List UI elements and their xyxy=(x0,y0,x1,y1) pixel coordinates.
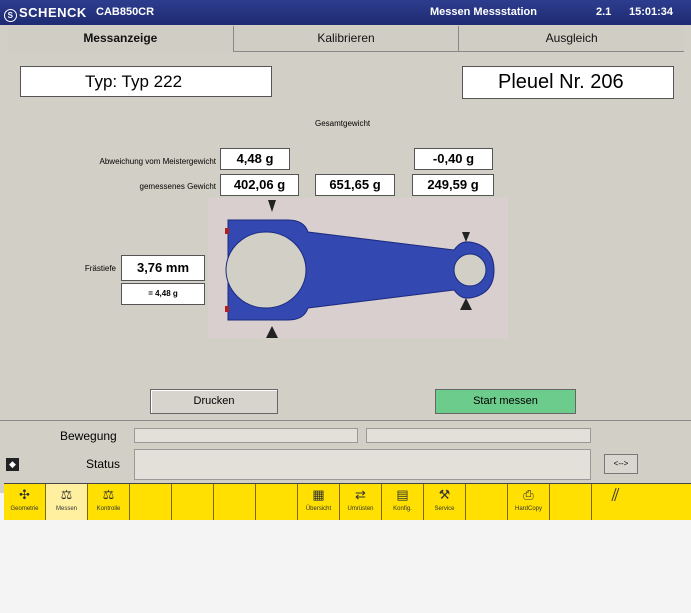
weight-small-end-value: 249,59 g xyxy=(412,174,494,196)
title-bar: S SCHENCK CAB850CR Messen Messstation 2.1… xyxy=(0,0,691,25)
motion-field-left xyxy=(134,428,358,443)
tab-kalibrieren[interactable]: Kalibrieren xyxy=(233,26,460,52)
tab-messanzeige[interactable]: Messanzeige xyxy=(8,26,234,52)
toolbar-label: HardCopy xyxy=(514,506,542,512)
toolbar-messen[interactable]: ⚖ Messen xyxy=(46,484,88,520)
toolbar-logo[interactable]: ⫽ xyxy=(592,484,639,520)
status-label: Status xyxy=(86,457,121,471)
application-window: S SCHENCK CAB850CR Messen Messstation 2.1… xyxy=(0,0,691,520)
deviation-label: Abweichung vom Meistergewicht xyxy=(99,157,217,166)
toolbar-empty-slot[interactable] xyxy=(550,484,592,520)
brand-name: SCHENCK xyxy=(19,5,87,20)
machine-model: CAB850CR xyxy=(96,6,155,18)
deviation-big-end-value: 4,48 g xyxy=(220,148,290,170)
toolbar-empty-slot[interactable] xyxy=(466,484,508,520)
tab-ausgleich[interactable]: Ausgleich xyxy=(459,26,685,52)
toolbar-label: Konfig. xyxy=(393,506,412,512)
toolbar-uebersicht[interactable]: ▦ Übersicht xyxy=(298,484,340,520)
measure-icon: ⚖ xyxy=(60,487,73,502)
toolbar-label: Kontrolle xyxy=(96,506,121,512)
toolbar-label: Geometrie xyxy=(10,506,39,512)
service-icon: ⚒ xyxy=(438,487,451,502)
toolbar-umruesten[interactable]: ⇄ Umrüsten xyxy=(340,484,382,520)
weight-total-value: 651,65 g xyxy=(315,174,395,196)
toolbar-empty-slot[interactable] xyxy=(256,484,298,520)
geometry-icon: ✣ xyxy=(19,487,30,502)
tab-bar: Messanzeige Kalibrieren Ausgleich xyxy=(8,26,685,52)
schenck-logo: S SCHENCK xyxy=(4,5,87,22)
start-measure-button[interactable]: Start messen xyxy=(435,389,576,414)
bolt-marker-bottom xyxy=(225,306,229,312)
milling-depth-equivalent: = 4,48 g xyxy=(121,283,205,305)
toolbar-label: Messen xyxy=(55,506,77,512)
measurement-panel: Typ: Typ 222 Pleuel Nr. 206 Gesamtgewich… xyxy=(8,52,684,418)
print-icon: ⎙ xyxy=(523,487,534,502)
toolbar-geometrie[interactable]: ✣ Geometrie xyxy=(4,484,46,520)
deviation-small-end-value: -0,40 g xyxy=(414,148,493,170)
logo-icon: ⫽ xyxy=(611,485,620,505)
milling-depth-label: Frästiefe xyxy=(84,264,116,273)
measured-weight-label: gemessenes Gewicht xyxy=(139,182,216,191)
milling-depth-value: 3,76 mm xyxy=(121,255,205,281)
toolbar-service[interactable]: ⚒ Service xyxy=(424,484,466,520)
status-field xyxy=(134,449,591,480)
toolbar-empty-slot[interactable] xyxy=(130,484,172,520)
bolt-marker-top xyxy=(225,228,229,234)
version-number: 2.1 xyxy=(596,6,612,18)
toolbar-label: Übersicht xyxy=(305,506,332,512)
print-button[interactable]: Drucken xyxy=(150,389,278,414)
toggle-arrows-button[interactable]: <--> xyxy=(604,454,638,474)
rod-number-display: Pleuel Nr. 206 xyxy=(462,66,674,99)
function-toolbar: ✣ Geometrie ⚖ Messen ⚖ Kontrolle ▦ Übersicht… xyxy=(4,483,691,520)
toolbar-konfig[interactable]: ▤ Konfig. xyxy=(382,484,424,520)
toolbar-label: Service xyxy=(434,506,455,512)
connecting-rod-diagram xyxy=(208,198,508,338)
station-name: Messen Messstation xyxy=(430,6,537,18)
control-icon: ⚖ xyxy=(102,487,115,502)
toolbar-label: Umrüsten xyxy=(347,506,374,512)
motion-label: Bewegung xyxy=(60,429,117,443)
clock: 15:01:34 xyxy=(629,6,674,18)
toolbar-kontrolle[interactable]: ⚖ Kontrolle xyxy=(88,484,130,520)
retool-icon: ⇄ xyxy=(355,487,366,502)
config-icon: ▤ xyxy=(396,487,409,502)
weight-big-end-value: 402,06 g xyxy=(220,174,299,196)
motion-field-right xyxy=(366,428,591,443)
schenck-logo-icon: S xyxy=(4,9,17,22)
small-end-bore xyxy=(453,253,487,287)
type-display: Typ: Typ 222 xyxy=(20,66,272,97)
big-end-bore xyxy=(225,231,307,309)
toolbar-empty-slot[interactable] xyxy=(214,484,256,520)
toolbar-hardcopy[interactable]: ⎙ HardCopy xyxy=(508,484,550,520)
overview-icon: ▦ xyxy=(312,487,325,502)
status-area: Bewegung ◆ Status <--> xyxy=(0,420,691,484)
total-weight-label: Gesamtgewicht xyxy=(315,119,371,128)
settings-diamond-icon[interactable]: ◆ xyxy=(6,458,19,471)
toolbar-empty-slot[interactable] xyxy=(172,484,214,520)
